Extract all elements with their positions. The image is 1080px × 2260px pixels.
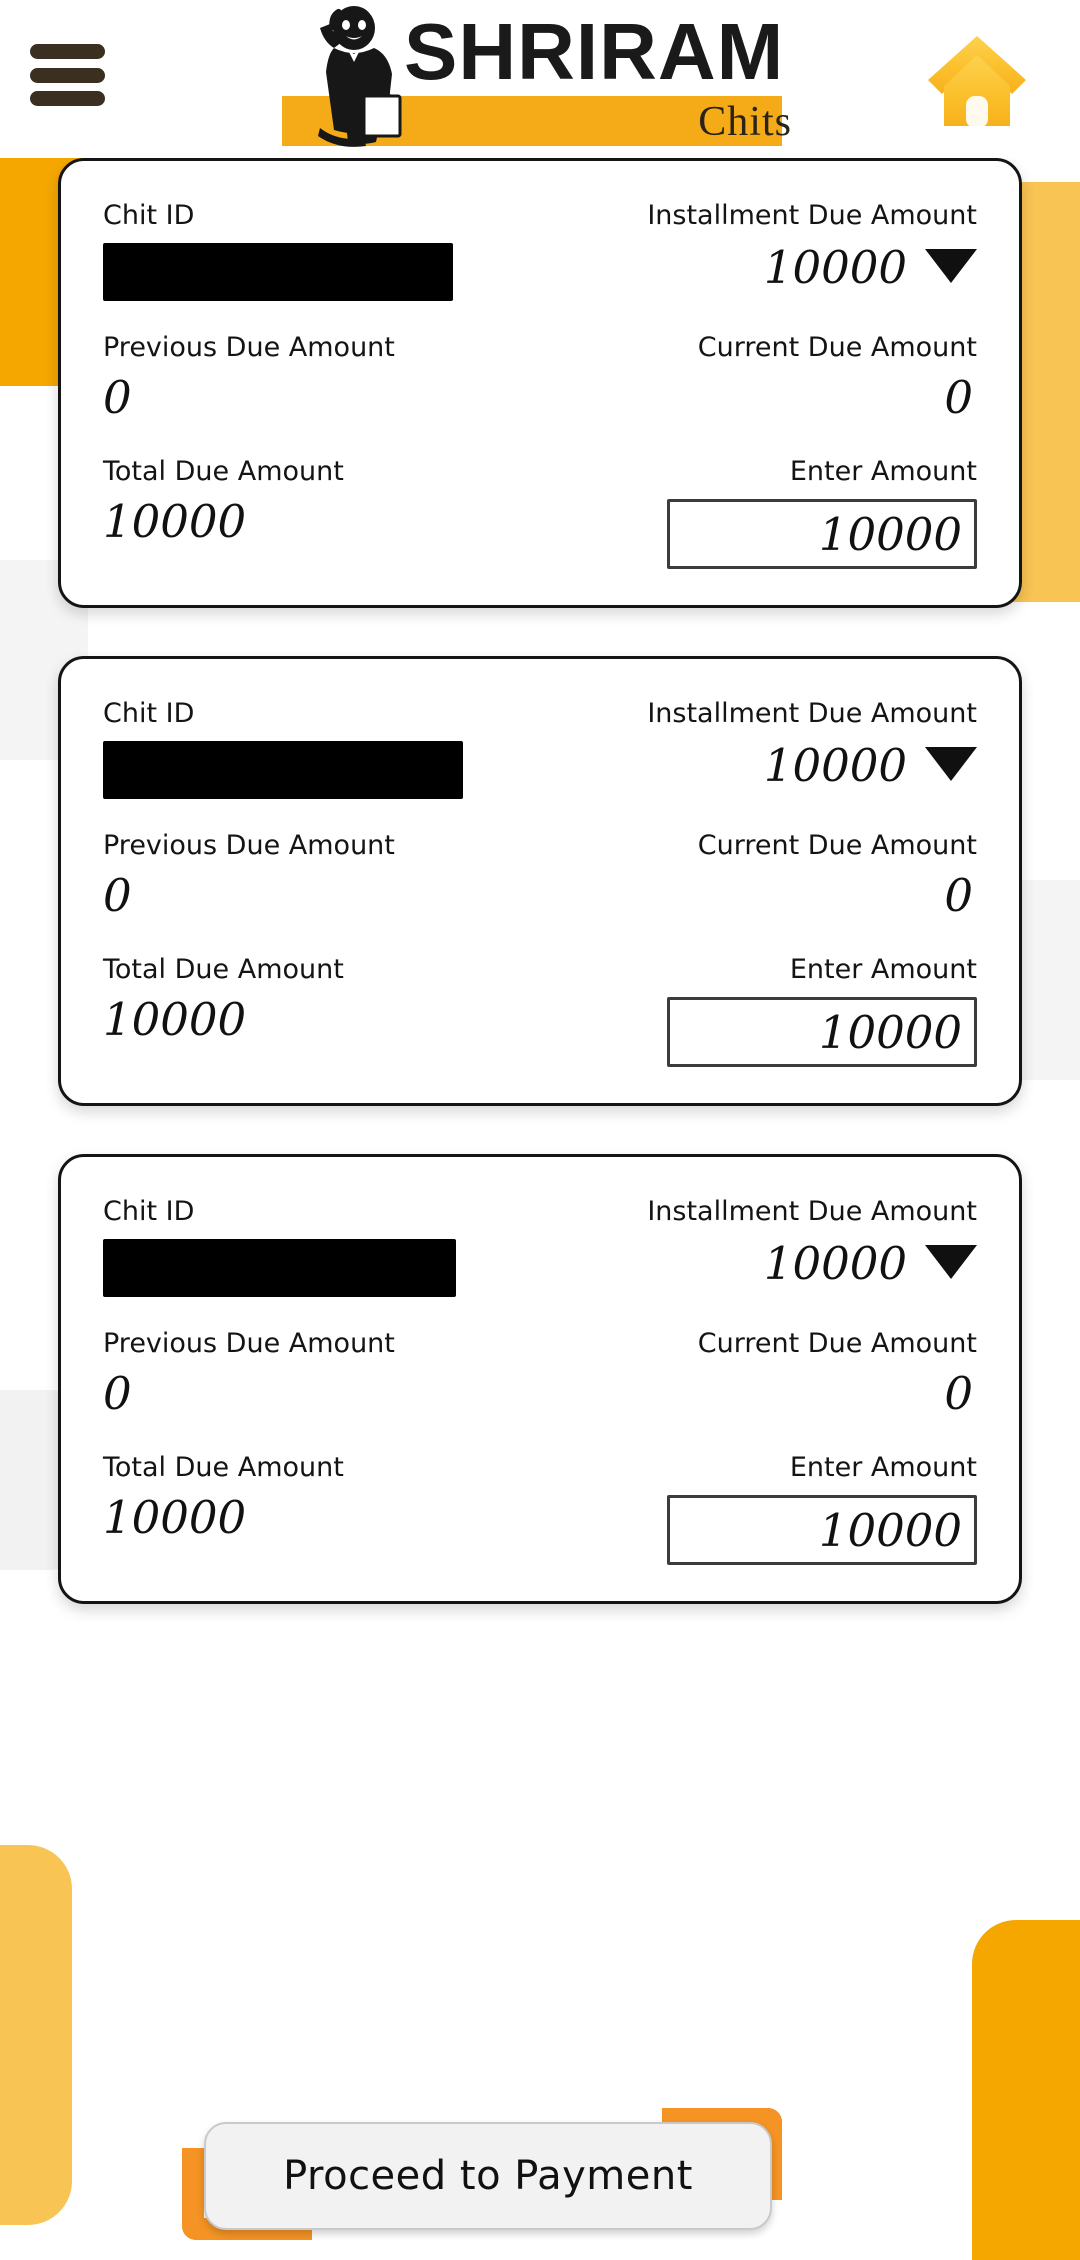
chevron-down-icon[interactable] xyxy=(925,1245,977,1279)
app-header: SHRIRAM Chits xyxy=(0,0,1080,158)
chit-id-redacted-value xyxy=(103,1239,456,1297)
chit-id-redacted-value xyxy=(103,741,463,799)
home-icon[interactable] xyxy=(922,28,1032,128)
previous-due-value: 0 xyxy=(103,1367,132,1420)
hamburger-bar xyxy=(30,67,105,83)
payment-screen: SHRIRAM Chits Chit ID Installment Due Am… xyxy=(0,0,1080,2260)
hamburger-bar xyxy=(30,91,105,106)
proceed-to-payment-label: Proceed to Payment xyxy=(283,2153,693,2199)
current-due-label: Current Due Amount xyxy=(697,1328,977,1359)
current-due-value: 0 xyxy=(944,371,973,424)
previous-due-value: 0 xyxy=(103,869,132,922)
chit-id-label: Chit ID xyxy=(103,698,195,729)
brand-sub-text: Chits xyxy=(698,99,792,145)
enter-amount-label: Enter Amount xyxy=(789,456,977,487)
proceed-to-payment-button[interactable]: Proceed to Payment xyxy=(204,2122,772,2230)
chit-id-label: Chit ID xyxy=(103,200,195,231)
chit-id-label: Chit ID xyxy=(103,1196,195,1227)
installment-due-value: 10000 xyxy=(763,739,907,792)
enter-amount-input[interactable] xyxy=(667,997,977,1067)
chit-card: Chit ID Installment Due Amount 10000 Pre… xyxy=(58,158,1022,608)
enter-amount-label: Enter Amount xyxy=(789,1452,977,1483)
proceed-to-payment-area: Proceed to Payment xyxy=(182,2108,782,2240)
total-due-label: Total Due Amount xyxy=(103,1452,344,1483)
installment-due-value: 10000 xyxy=(763,1237,907,1290)
mascot-man-icon xyxy=(318,6,402,147)
previous-due-label: Previous Due Amount xyxy=(103,830,395,861)
chit-card: Chit ID Installment Due Amount 10000 Pre… xyxy=(58,1154,1022,1604)
current-due-label: Current Due Amount xyxy=(697,830,977,861)
enter-amount-input[interactable] xyxy=(667,499,977,569)
total-due-label: Total Due Amount xyxy=(103,954,344,985)
previous-due-label: Previous Due Amount xyxy=(103,332,395,363)
current-due-value: 0 xyxy=(944,869,973,922)
installment-due-value: 10000 xyxy=(763,241,907,294)
installment-due-label: Installment Due Amount xyxy=(647,1196,977,1227)
chit-card: Chit ID Installment Due Amount 10000 Pre… xyxy=(58,656,1022,1106)
current-due-label: Current Due Amount xyxy=(697,332,977,363)
total-due-value: 10000 xyxy=(103,993,247,1046)
installment-due-label: Installment Due Amount xyxy=(647,698,977,729)
hamburger-bar xyxy=(30,44,105,59)
chevron-down-icon[interactable] xyxy=(925,747,977,781)
total-due-value: 10000 xyxy=(103,495,247,548)
previous-due-value: 0 xyxy=(103,371,132,424)
enter-amount-input[interactable] xyxy=(667,1495,977,1565)
brand-logo: SHRIRAM Chits xyxy=(282,0,802,152)
chit-card-list: Chit ID Installment Due Amount 10000 Pre… xyxy=(0,158,1080,1652)
installment-due-label: Installment Due Amount xyxy=(647,200,977,231)
brand-wordmark: SHRIRAM xyxy=(404,7,785,96)
chevron-down-icon[interactable] xyxy=(925,249,977,283)
chit-id-redacted-value xyxy=(103,243,453,301)
decor-shape-bottom-left xyxy=(0,1845,72,2225)
current-due-value: 0 xyxy=(944,1367,973,1420)
hamburger-menu-icon[interactable] xyxy=(30,44,105,106)
previous-due-label: Previous Due Amount xyxy=(103,1328,395,1359)
total-due-label: Total Due Amount xyxy=(103,456,344,487)
enter-amount-label: Enter Amount xyxy=(789,954,977,985)
total-due-value: 10000 xyxy=(103,1491,247,1544)
decor-shape-bottom-right xyxy=(972,1920,1080,2260)
